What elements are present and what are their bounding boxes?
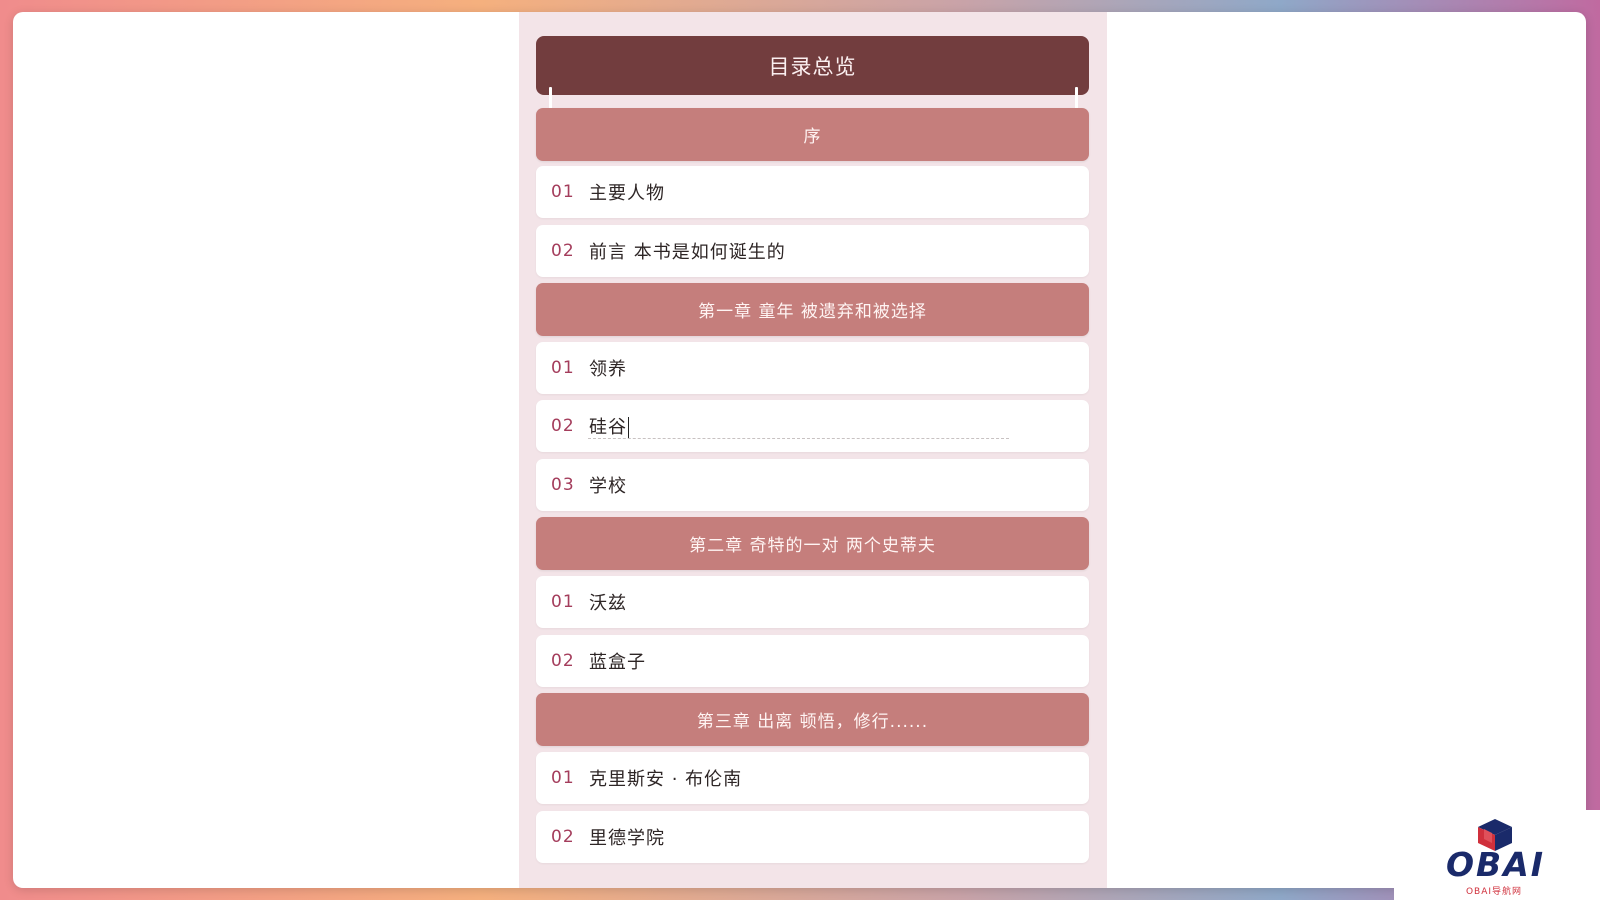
item-number: 02 — [551, 651, 575, 671]
item-title: 沃兹 — [589, 593, 627, 614]
text-caret — [628, 417, 629, 439]
list-item[interactable]: 01 克里斯安 · 布伦南 — [536, 752, 1089, 804]
item-title: 领养 — [589, 359, 627, 380]
chapter-1[interactable]: 第一章 童年 被遗弃和被选择 — [536, 283, 1089, 336]
item-title: 克里斯安 · 布伦南 — [589, 769, 743, 790]
item-number: 02 — [551, 827, 575, 847]
item-title: 硅谷 — [589, 417, 627, 438]
item-number: 03 — [551, 475, 575, 495]
item-number: 01 — [551, 592, 575, 612]
item-number: 02 — [551, 241, 575, 261]
item-title: 学校 — [589, 476, 627, 497]
item-number: 01 — [551, 358, 575, 378]
chapter-3[interactable]: 第三章 出离 顿悟，修行...... — [536, 693, 1089, 746]
item-title: 主要人物 — [589, 183, 665, 204]
item-number: 01 — [551, 182, 575, 202]
header-right-tick — [1075, 87, 1078, 109]
list-item[interactable]: 01 领养 — [536, 342, 1089, 394]
list-item[interactable]: 01 沃兹 — [536, 576, 1089, 628]
chapter-2[interactable]: 第二章 奇特的一对 两个史蒂夫 — [536, 517, 1089, 570]
header-left-tick — [549, 87, 552, 109]
chapter-preface[interactable]: 序 — [536, 108, 1089, 161]
list-item[interactable]: 02 前言 本书是如何诞生的 — [536, 225, 1089, 277]
list-item[interactable]: 02 蓝盒子 — [536, 635, 1089, 687]
list-item[interactable]: 02 里德学院 — [536, 811, 1089, 863]
item-number: 02 — [551, 416, 575, 436]
list-item[interactable]: 03 学校 — [536, 459, 1089, 511]
item-title: 蓝盒子 — [589, 652, 646, 673]
edit-underline — [588, 438, 1009, 439]
brand-tagline: OBAI导航网 — [1465, 887, 1523, 897]
item-number: 01 — [551, 768, 575, 788]
item-title-input[interactable]: 硅谷 — [589, 413, 629, 439]
toc-panel: 目录总览 序 01 主要人物 02 前言 本书是如何诞生的 第一章 童年 被遗弃… — [519, 12, 1107, 888]
list-item[interactable]: 01 主要人物 — [536, 166, 1089, 218]
app-window: 目录总览 序 01 主要人物 02 前言 本书是如何诞生的 第一章 童年 被遗弃… — [13, 12, 1586, 888]
toc-header: 目录总览 — [536, 36, 1089, 95]
item-title: 前言 本书是如何诞生的 — [589, 242, 786, 263]
list-item-editing[interactable]: 02 硅谷 — [536, 400, 1089, 452]
brand-logo-text: OBAI — [1446, 845, 1546, 884]
obai-watermark: OBAI OBAI导航网 — [1394, 810, 1600, 900]
item-title: 里德学院 — [589, 828, 665, 849]
